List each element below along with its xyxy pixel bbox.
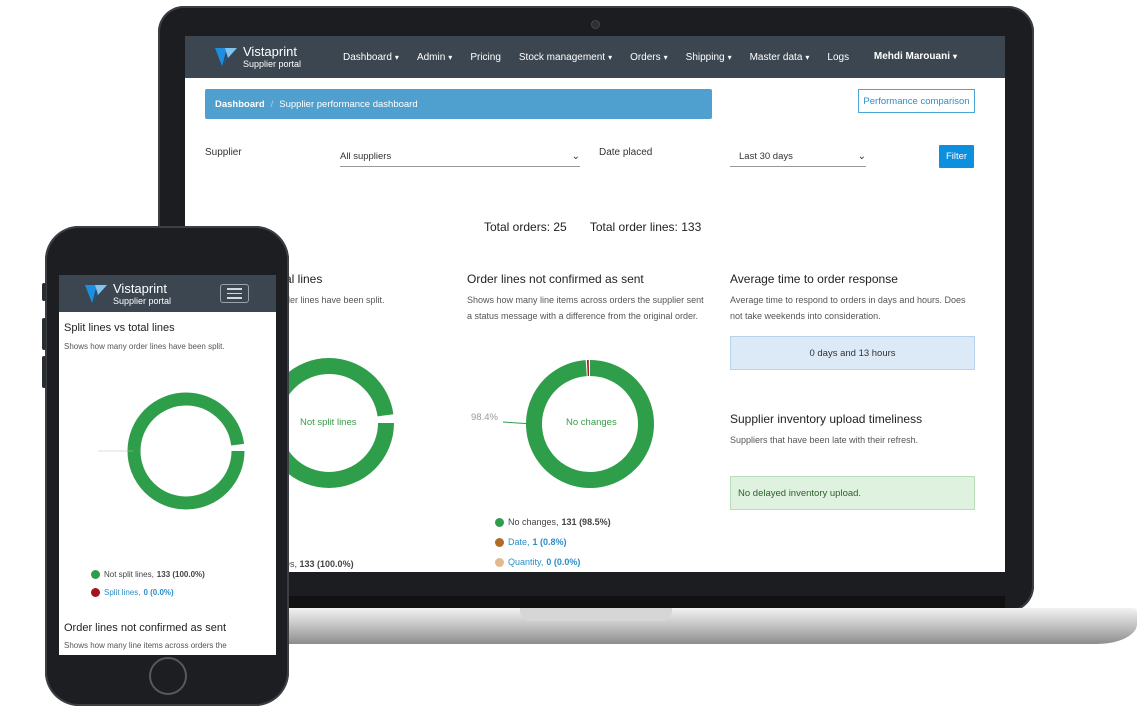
inventory-status: No delayed inventory upload. [730,476,975,510]
legend-label: Quantity, [508,557,544,567]
legend-value: 0 (0.0%) [546,557,581,567]
legend-label: Split lines, [104,588,141,597]
nav-item-stock-management[interactable]: Stock management [519,52,612,63]
legend-dot-icon [495,557,504,567]
nav-item-pricing[interactable]: Pricing [470,52,501,63]
legend-item: No changes, 131 (98.5%) [495,517,611,527]
desktop-screen: Vistaprint Supplier portal Dashboard Admi… [185,36,1005,572]
legend-label: No changes, [508,517,559,527]
nav-item-master-data[interactable]: Master data [750,52,810,63]
response-time-value: 0 days and 13 hours [730,336,975,370]
nav-menu: Dashboard Admin Pricing Stock management Ord… [343,52,867,63]
total-order-lines: Total order lines: 133 [589,220,702,234]
supplier-select-value: All suppliers [340,151,392,162]
response-card-desc-1: Average time to respond to orders in day… [730,295,966,305]
supplier-select[interactable]: All suppliers ⌄ [340,147,580,167]
nav-item-logs[interactable]: Logs [827,52,849,63]
laptop-hinge [185,596,1005,608]
filter-button[interactable]: Filter [939,145,974,168]
legend-value: 131 (98.5%) [561,517,611,527]
mobile-split-desc: Shows how many order lines have been spl… [64,342,225,351]
legend-item[interactable]: Date, 1 (0.8%) [495,537,567,547]
legend-label: Date, [508,537,530,547]
changes-card-desc-2: a status message with a difference from … [467,311,698,321]
legend-dot-icon [91,588,100,597]
breadcrumb-separator: / [270,98,274,110]
performance-comparison-button[interactable]: Performance comparison [858,89,975,113]
split-card-title: al lines [285,272,323,286]
legend-dot-icon [495,517,504,527]
changes-card-desc-1: Shows how many line items across orders … [467,295,704,305]
camera-icon [592,21,599,28]
legend-item[interactable]: Split lines, 0 (0.0%) [91,588,174,597]
date-placed-label: Date placed [599,147,653,158]
legend-item[interactable]: Quantity, 0 (0.0%) [495,557,580,567]
vistaprint-logo-icon [215,48,237,66]
home-button[interactable] [149,657,187,695]
hamburger-menu-icon[interactable] [220,284,249,303]
changes-donut-label: No changes [566,417,617,428]
phone-side-button [42,318,46,350]
brand-name: Vistaprint [113,281,167,296]
inventory-card-title: Supplier inventory upload timeliness [730,412,923,426]
mobile-changes-title: Order lines not confirmed as sent [64,622,227,634]
legend-value: 133 (100.0%) [299,559,354,569]
totals: Total orders: 25 Total order lines: 133 [484,220,721,234]
nav-item-shipping[interactable]: Shipping [686,52,732,63]
legend-item: Not split lines, 133 (100.0%) [91,570,205,579]
brand-name: Vistaprint [243,44,297,59]
brand[interactable]: Vistaprint Supplier portal [215,45,343,69]
mobile-split-donut-chart [98,392,245,510]
response-card-desc-2: not take weekends into consideration. [730,311,881,321]
nav-item-admin[interactable]: Admin [417,52,452,63]
mobile-brand[interactable]: Vistaprint Supplier portal [85,282,171,306]
breadcrumb: Dashboard / Supplier performance dashboa… [205,89,712,119]
laptop-notch [520,608,672,621]
user-menu[interactable]: Mehdi Marouani [874,51,957,62]
changes-card-title: Order lines not confirmed as sent [467,272,644,286]
date-select-value: Last 30 days [739,151,793,162]
legend-value: 133 (100.0%) [156,570,205,579]
mobile-split-title: Split lines vs total lines [64,322,175,334]
inventory-card-desc: Suppliers that have been late with their… [730,435,919,445]
supplier-label: Supplier [205,147,242,158]
vistaprint-logo-icon [85,285,107,303]
phone-side-button [42,283,46,301]
date-placed-select[interactable]: Last 30 days ⌄ [730,147,866,167]
response-card-title: Average time to order response [730,272,898,286]
brand-subtitle: Supplier portal [243,59,302,69]
total-orders: Total orders: 25 [484,220,567,234]
chevron-down-icon: ⌄ [571,151,580,162]
split-legend-partial: es, 133 (100.0%) [285,559,354,569]
chevron-down-icon: ⌄ [857,151,866,162]
split-card-desc: der lines have been split. [285,295,385,305]
legend-label: Not split lines, [104,570,154,579]
legend-value: 1 (0.8%) [532,537,567,547]
nav-item-orders[interactable]: Orders [630,52,668,63]
mobile-screen: Vistaprint Supplier portal Split lines v… [59,275,276,655]
legend-value: 0 (0.0%) [143,588,174,597]
breadcrumb-current: Supplier performance dashboard [279,98,418,110]
mobile-changes-desc: Shows how many line items across orders … [64,641,227,650]
legend-dot-icon [91,570,100,579]
mobile-navbar: Vistaprint Supplier portal [59,275,276,312]
breadcrumb-root[interactable]: Dashboard [215,99,265,110]
brand-subtitle: Supplier portal [113,296,172,306]
phone-side-button [42,356,46,388]
legend-dot-icon [495,537,504,547]
split-donut-label: Not split lines [300,417,357,428]
navbar: Vistaprint Supplier portal Dashboard Admi… [185,36,1005,78]
nav-item-dashboard[interactable]: Dashboard [343,52,399,63]
no-changes-percent-label: 98.4% [471,412,498,423]
